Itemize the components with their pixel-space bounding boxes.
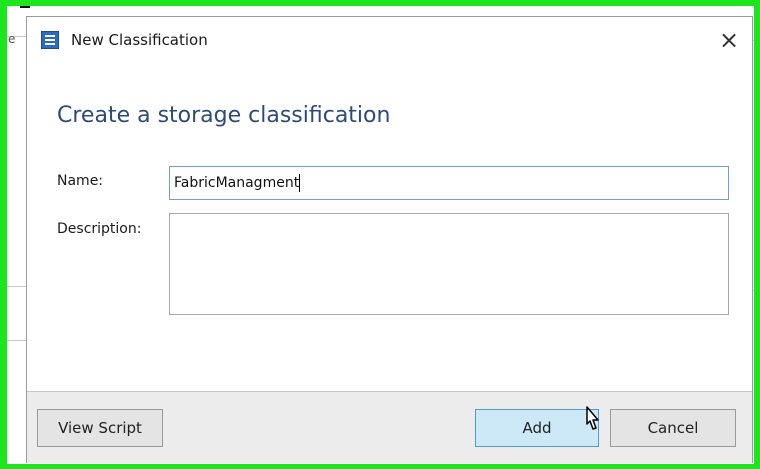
highlight-frame	[0, 0, 760, 469]
